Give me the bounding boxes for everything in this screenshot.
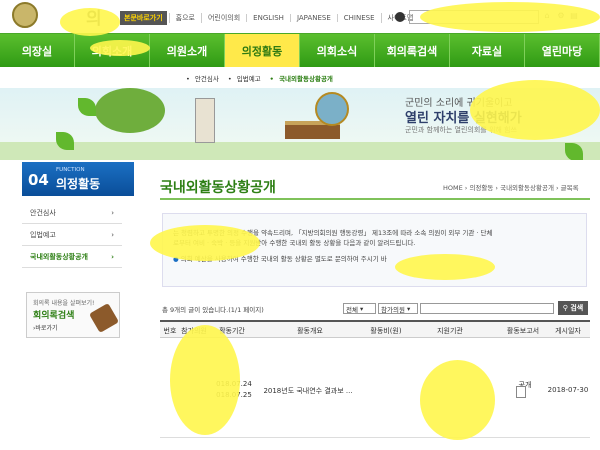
logo-emblem-icon <box>12 2 38 28</box>
leaf-icon <box>56 132 74 150</box>
redaction-mark <box>420 2 600 32</box>
globe-illustration <box>315 92 349 126</box>
page-title: 국내외활동상황공개 <box>160 180 276 196</box>
nav-item-members[interactable]: 의원소개 <box>150 34 225 67</box>
col-report: 활동보고서 <box>506 327 540 335</box>
breadcrumb: HOME › 의정활동 › 국내외활동상황공개 › 글목록 <box>443 184 579 192</box>
japanese-link[interactable]: JAPANESE <box>289 14 337 22</box>
tree-illustration <box>95 88 165 133</box>
col-posted: 게시일자 <box>555 327 581 335</box>
leaf-icon <box>78 98 96 116</box>
search-button[interactable]: ⚲ 검색 <box>558 301 588 315</box>
windmill-illustration <box>195 98 215 143</box>
sidebar-number: 04 <box>28 171 49 189</box>
chevron-right-icon: › <box>111 230 114 239</box>
kids-council-link[interactable]: 어린이의회 <box>200 13 246 23</box>
col-summary: 활동개요 <box>297 327 323 335</box>
post-count: 총 9개의 글이 있습니다.(1/1 페이지) <box>162 306 264 314</box>
promo-line-1: 회의록 내용을 살펴보기! <box>33 300 95 307</box>
nav-item-speaker[interactable]: 의장실 <box>0 34 75 67</box>
promo-title: 회의록검색 <box>33 311 75 321</box>
skip-to-content-link[interactable]: 본문바로가기 <box>120 11 167 25</box>
document-icon[interactable] <box>516 386 526 398</box>
sub-nav: • 안건심사 • 입법예고 • 국내외활동상황공개 <box>183 73 339 87</box>
english-link[interactable]: ENGLISH <box>246 14 290 22</box>
redaction-mark <box>90 40 150 56</box>
subnav-item-review[interactable]: • 안건심사 <box>183 73 225 87</box>
title-divider <box>160 198 590 200</box>
gavel-icon <box>88 302 120 334</box>
sidebar-item-review[interactable]: 안건심사 › <box>22 202 122 224</box>
nav-item-activities[interactable]: 의정활동 <box>225 34 300 67</box>
nav-item-news[interactable]: 의회소식 <box>300 34 375 67</box>
search-scope-select[interactable]: 전체 ▾ <box>343 303 376 314</box>
sidebar-item-activity-disclosure[interactable]: 국내외활동상황공개 › <box>22 246 122 268</box>
posted-date: 2018-07-30 <box>547 386 589 394</box>
sidebar-item-legislation[interactable]: 입법예고 › <box>22 224 122 246</box>
col-agency: 지원기관 <box>437 327 463 335</box>
chinese-link[interactable]: CHINESE <box>336 14 381 22</box>
sidebar-name: 의정활동 <box>56 177 101 191</box>
subnav-item-legislation[interactable]: • 입법예고 <box>225 73 267 87</box>
home-link[interactable]: 홈으로 <box>168 13 201 23</box>
search-icon[interactable] <box>395 12 405 22</box>
chevron-right-icon: › <box>111 252 114 261</box>
redaction-mark <box>170 325 240 435</box>
redaction-mark <box>60 8 120 36</box>
search-icon: ⚲ <box>562 304 568 312</box>
search-input[interactable] <box>420 303 554 314</box>
activity-summary-link[interactable]: 2018년도 국내연수 결과보 ... <box>258 386 358 396</box>
sidebar-function-label: FUNCTION <box>56 167 85 173</box>
redaction-mark <box>150 225 260 261</box>
nav-item-archive[interactable]: 자료실 <box>450 34 525 67</box>
redaction-mark <box>395 254 495 280</box>
redaction-mark <box>470 80 600 140</box>
redaction-mark <box>420 360 495 440</box>
subnav-item-activity-disclosure[interactable]: • 국내외활동상황공개 <box>267 73 339 87</box>
sidebar-menu: 안건심사 › 입법예고 › 국내외활동상황공개 › <box>22 202 122 268</box>
nav-item-minutes-search[interactable]: 회의록검색 <box>375 34 450 67</box>
top-links: 본문바로가기 홈으로 어린이의회 ENGLISH JAPANESE CHINES… <box>120 11 419 25</box>
sidebar-title: 04 FUNCTION 의정활동 <box>22 162 134 196</box>
col-cost: 활동비(원) <box>370 327 402 335</box>
chevron-right-icon: › <box>111 208 114 217</box>
nav-item-open-forum[interactable]: 열린마당 <box>525 34 600 67</box>
minutes-search-promo[interactable]: 회의록 내용을 살펴보기! 회의록검색 ›바로가기 <box>26 292 120 338</box>
search-field-select[interactable]: 참가의원 ▾ <box>378 303 418 314</box>
banner-grass <box>0 142 600 160</box>
promo-shortcut-link[interactable]: ›바로가기 <box>33 323 57 332</box>
col-number: 번호 <box>163 327 177 335</box>
